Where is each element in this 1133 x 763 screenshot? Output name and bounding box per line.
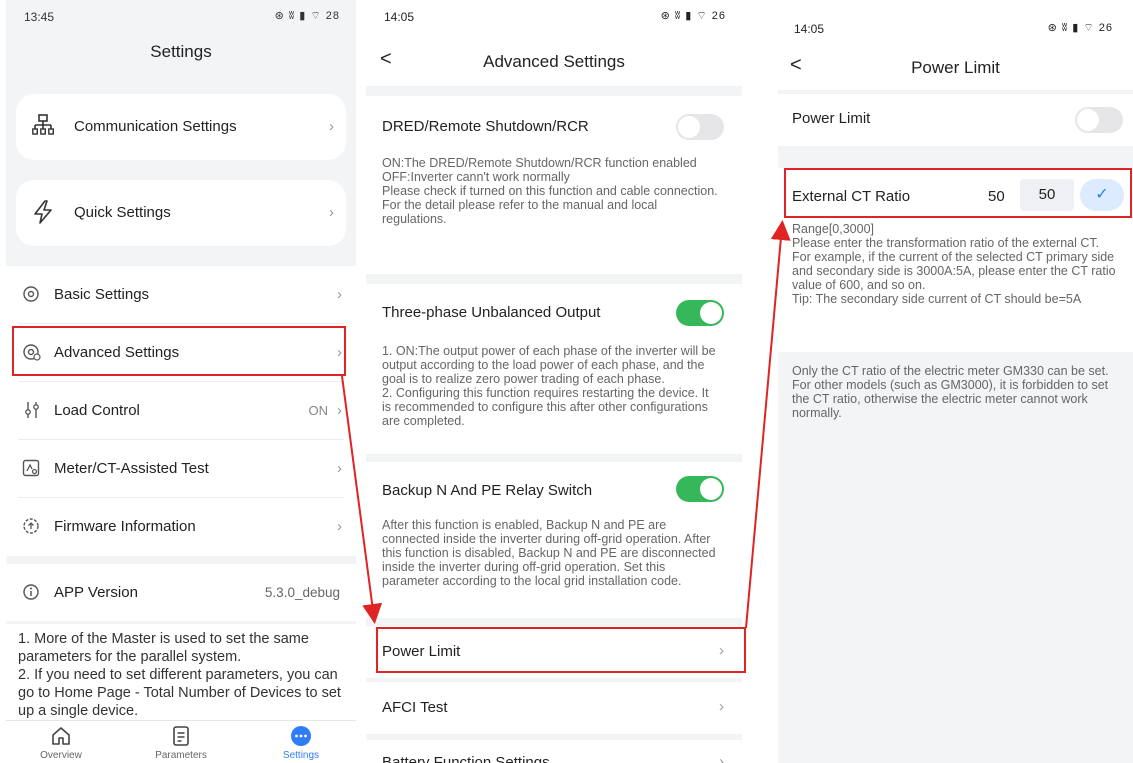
status-icons: ⊛ ʬ ▮ ⌔ 26 [660,10,726,22]
annotation-arrows [341,220,791,629]
arrow-to-power-limit [341,375,383,624]
arrow-to-ct-ratio [745,220,791,629]
page-title: Advanced Settings [483,52,625,71]
status-time: 14:05 [384,10,415,24]
